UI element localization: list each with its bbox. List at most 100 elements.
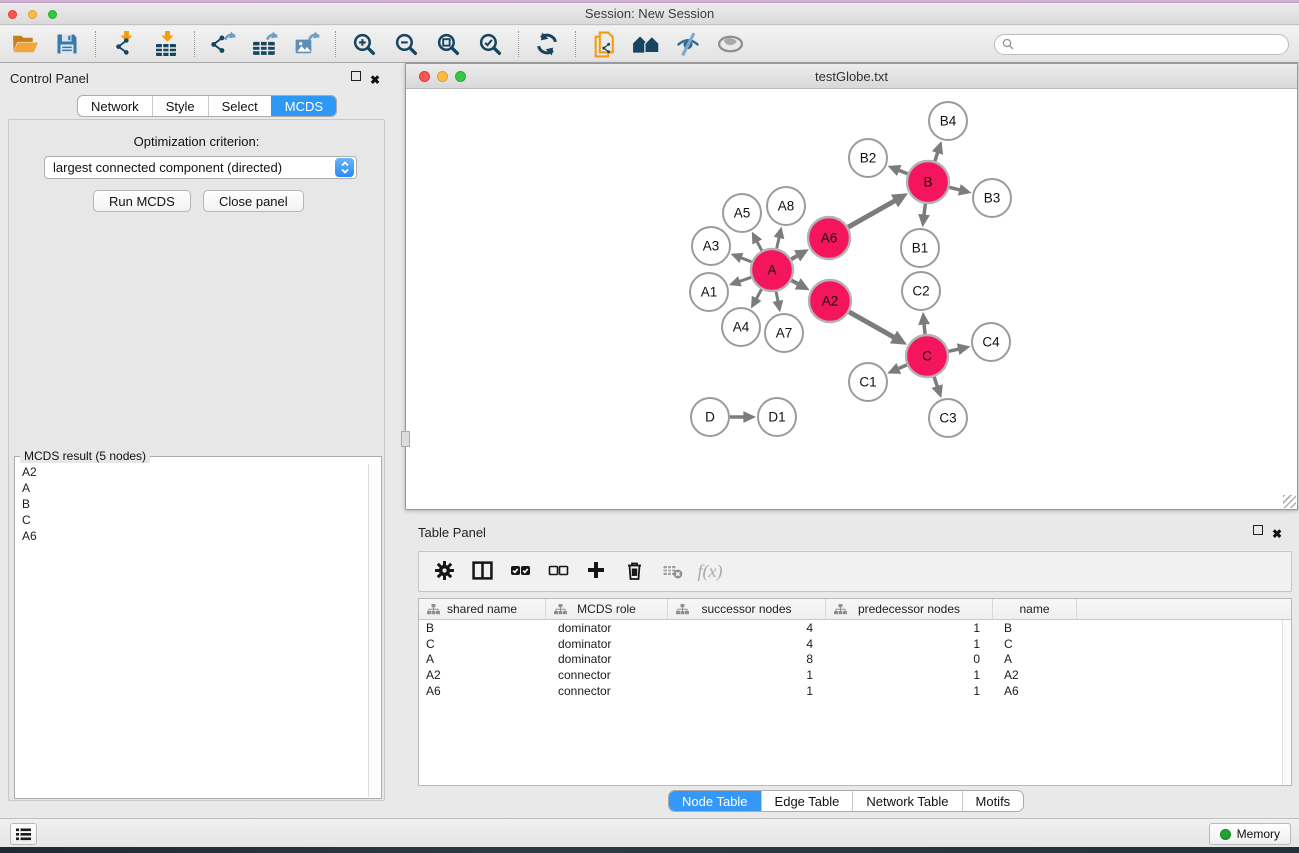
column-header-mcds-role[interactable]: MCDS role bbox=[546, 599, 668, 619]
node-C3[interactable]: C3 bbox=[929, 399, 967, 437]
result-scrollbar[interactable] bbox=[368, 464, 380, 797]
zoom-out-button[interactable] bbox=[385, 29, 427, 59]
edge-C-C3[interactable] bbox=[932, 377, 943, 398]
edge-B-B3[interactable] bbox=[949, 184, 971, 196]
edge-C-C1[interactable] bbox=[887, 363, 907, 374]
table-tab-edge-table[interactable]: Edge Table bbox=[761, 791, 853, 811]
column-header-successor-nodes[interactable]: successor nodes bbox=[668, 599, 826, 619]
search-input[interactable] bbox=[1018, 36, 1288, 53]
task-history-button[interactable] bbox=[10, 823, 37, 845]
result-list-item[interactable]: A bbox=[16, 480, 367, 496]
edge-B-B1[interactable] bbox=[918, 204, 930, 227]
network-zoom-button[interactable] bbox=[455, 71, 466, 82]
network-close-button[interactable] bbox=[419, 71, 430, 82]
delete-column-button[interactable] bbox=[622, 560, 646, 584]
zoom-selected-button[interactable] bbox=[469, 29, 511, 59]
edge-A-A2[interactable] bbox=[791, 278, 809, 290]
export-table-button[interactable] bbox=[244, 29, 286, 59]
select-all-columns-button[interactable] bbox=[508, 560, 532, 584]
close-window-button[interactable] bbox=[8, 10, 17, 19]
export-image-button[interactable] bbox=[286, 29, 328, 59]
node-A1[interactable]: A1 bbox=[690, 273, 728, 311]
hide-details-button[interactable] bbox=[667, 29, 709, 59]
node-B1[interactable]: B1 bbox=[901, 229, 939, 267]
node-A7[interactable]: A7 bbox=[765, 314, 803, 352]
edge-A6-B[interactable] bbox=[848, 193, 908, 227]
zoom-fit-button[interactable] bbox=[427, 29, 469, 59]
node-B4[interactable]: B4 bbox=[929, 102, 967, 140]
edge-C-C4[interactable] bbox=[949, 343, 971, 355]
table-close-panel-icon[interactable] bbox=[1272, 525, 1283, 536]
table-row[interactable]: A6connector11A6 bbox=[419, 683, 1291, 699]
deselect-all-columns-button[interactable] bbox=[546, 560, 570, 584]
edge-A-A3[interactable] bbox=[731, 253, 752, 263]
node-A2[interactable]: A2 bbox=[809, 280, 851, 322]
edge-A-A4[interactable] bbox=[751, 289, 762, 308]
table-tab-node-table[interactable]: Node Table bbox=[669, 791, 761, 811]
column-header-shared-name[interactable]: shared name bbox=[419, 599, 546, 619]
zoom-window-button[interactable] bbox=[48, 10, 57, 19]
node-C2[interactable]: C2 bbox=[902, 272, 940, 310]
edge-B-B4[interactable] bbox=[932, 141, 943, 161]
export-network-button[interactable] bbox=[202, 29, 244, 59]
node-A6[interactable]: A6 bbox=[808, 217, 850, 259]
edge-D-D1[interactable] bbox=[730, 411, 756, 423]
save-session-button[interactable] bbox=[46, 29, 88, 59]
close-panel-icon[interactable] bbox=[370, 71, 381, 82]
session-details-button[interactable] bbox=[583, 29, 625, 59]
network-minimize-button[interactable] bbox=[437, 71, 448, 82]
table-row[interactable]: Adominator80A bbox=[419, 652, 1291, 668]
result-list-item[interactable]: A6 bbox=[16, 528, 367, 544]
result-list-item[interactable]: A2 bbox=[16, 464, 367, 480]
memory-button[interactable]: Memory bbox=[1209, 823, 1291, 845]
column-settings-button[interactable] bbox=[432, 560, 456, 584]
node-B3[interactable]: B3 bbox=[973, 179, 1011, 217]
node-C[interactable]: C bbox=[906, 335, 948, 377]
node-A3[interactable]: A3 bbox=[692, 227, 730, 265]
network-canvas[interactable]: A1 A3 A4 A5 A7 A8 B1 B2 B3 B4 C1 C2 C3C4 D D1 A A2 A6 B C bbox=[406, 89, 1297, 509]
run-mcds-button[interactable]: Run MCDS bbox=[93, 190, 191, 212]
node-B2[interactable]: B2 bbox=[849, 139, 887, 177]
table-row[interactable]: A2connector11A2 bbox=[419, 667, 1291, 683]
table-scrollbar[interactable] bbox=[1282, 620, 1291, 785]
edge-A-A1[interactable] bbox=[729, 276, 751, 286]
split-view-button[interactable] bbox=[470, 560, 494, 584]
import-network-button[interactable] bbox=[103, 29, 145, 59]
node-D1[interactable]: D1 bbox=[758, 398, 796, 436]
close-panel-button[interactable]: Close panel bbox=[203, 190, 304, 212]
node-D[interactable]: D bbox=[691, 398, 729, 436]
table-tab-network-table[interactable]: Network Table bbox=[852, 791, 961, 811]
node-A5[interactable]: A5 bbox=[723, 194, 761, 232]
node-C1[interactable]: C1 bbox=[849, 363, 887, 401]
tab-network[interactable]: Network bbox=[78, 96, 152, 116]
float-panel-icon[interactable] bbox=[351, 71, 361, 81]
tab-select[interactable]: Select bbox=[208, 96, 271, 116]
minimize-window-button[interactable] bbox=[28, 10, 37, 19]
table-row[interactable]: Bdominator41B bbox=[419, 620, 1291, 636]
node-A4[interactable]: A4 bbox=[722, 308, 760, 346]
tab-mcds[interactable]: MCDS bbox=[271, 96, 336, 116]
column-header-name[interactable]: name bbox=[993, 599, 1077, 619]
result-list-item[interactable]: B bbox=[16, 496, 367, 512]
table-row[interactable]: Cdominator41C bbox=[419, 636, 1291, 652]
splitter-grip[interactable] bbox=[401, 431, 410, 447]
edge-A-A5[interactable] bbox=[752, 232, 762, 251]
tab-style[interactable]: Style bbox=[152, 96, 208, 116]
window-resize-grip[interactable] bbox=[1283, 495, 1296, 508]
node-C4[interactable]: C4 bbox=[972, 323, 1010, 361]
node-B[interactable]: B bbox=[907, 161, 949, 203]
open-session-button[interactable] bbox=[4, 29, 46, 59]
node-A8[interactable]: A8 bbox=[767, 187, 805, 225]
result-list-item[interactable]: C bbox=[16, 512, 367, 528]
node-A[interactable]: A bbox=[751, 249, 793, 291]
criterion-dropdown[interactable]: largest connected component (directed) bbox=[44, 156, 357, 179]
column-header-predecessor-nodes[interactable]: predecessor nodes bbox=[826, 599, 993, 619]
edge-B-B2[interactable] bbox=[888, 165, 908, 176]
edge-C-C2[interactable] bbox=[918, 312, 930, 334]
add-column-button[interactable] bbox=[584, 560, 608, 584]
table-tab-motifs[interactable]: Motifs bbox=[962, 791, 1024, 811]
edge-A-A8[interactable] bbox=[774, 227, 785, 249]
refresh-view-button[interactable] bbox=[526, 29, 568, 59]
import-table-button[interactable] bbox=[145, 29, 187, 59]
edge-A-A6[interactable] bbox=[791, 249, 809, 261]
